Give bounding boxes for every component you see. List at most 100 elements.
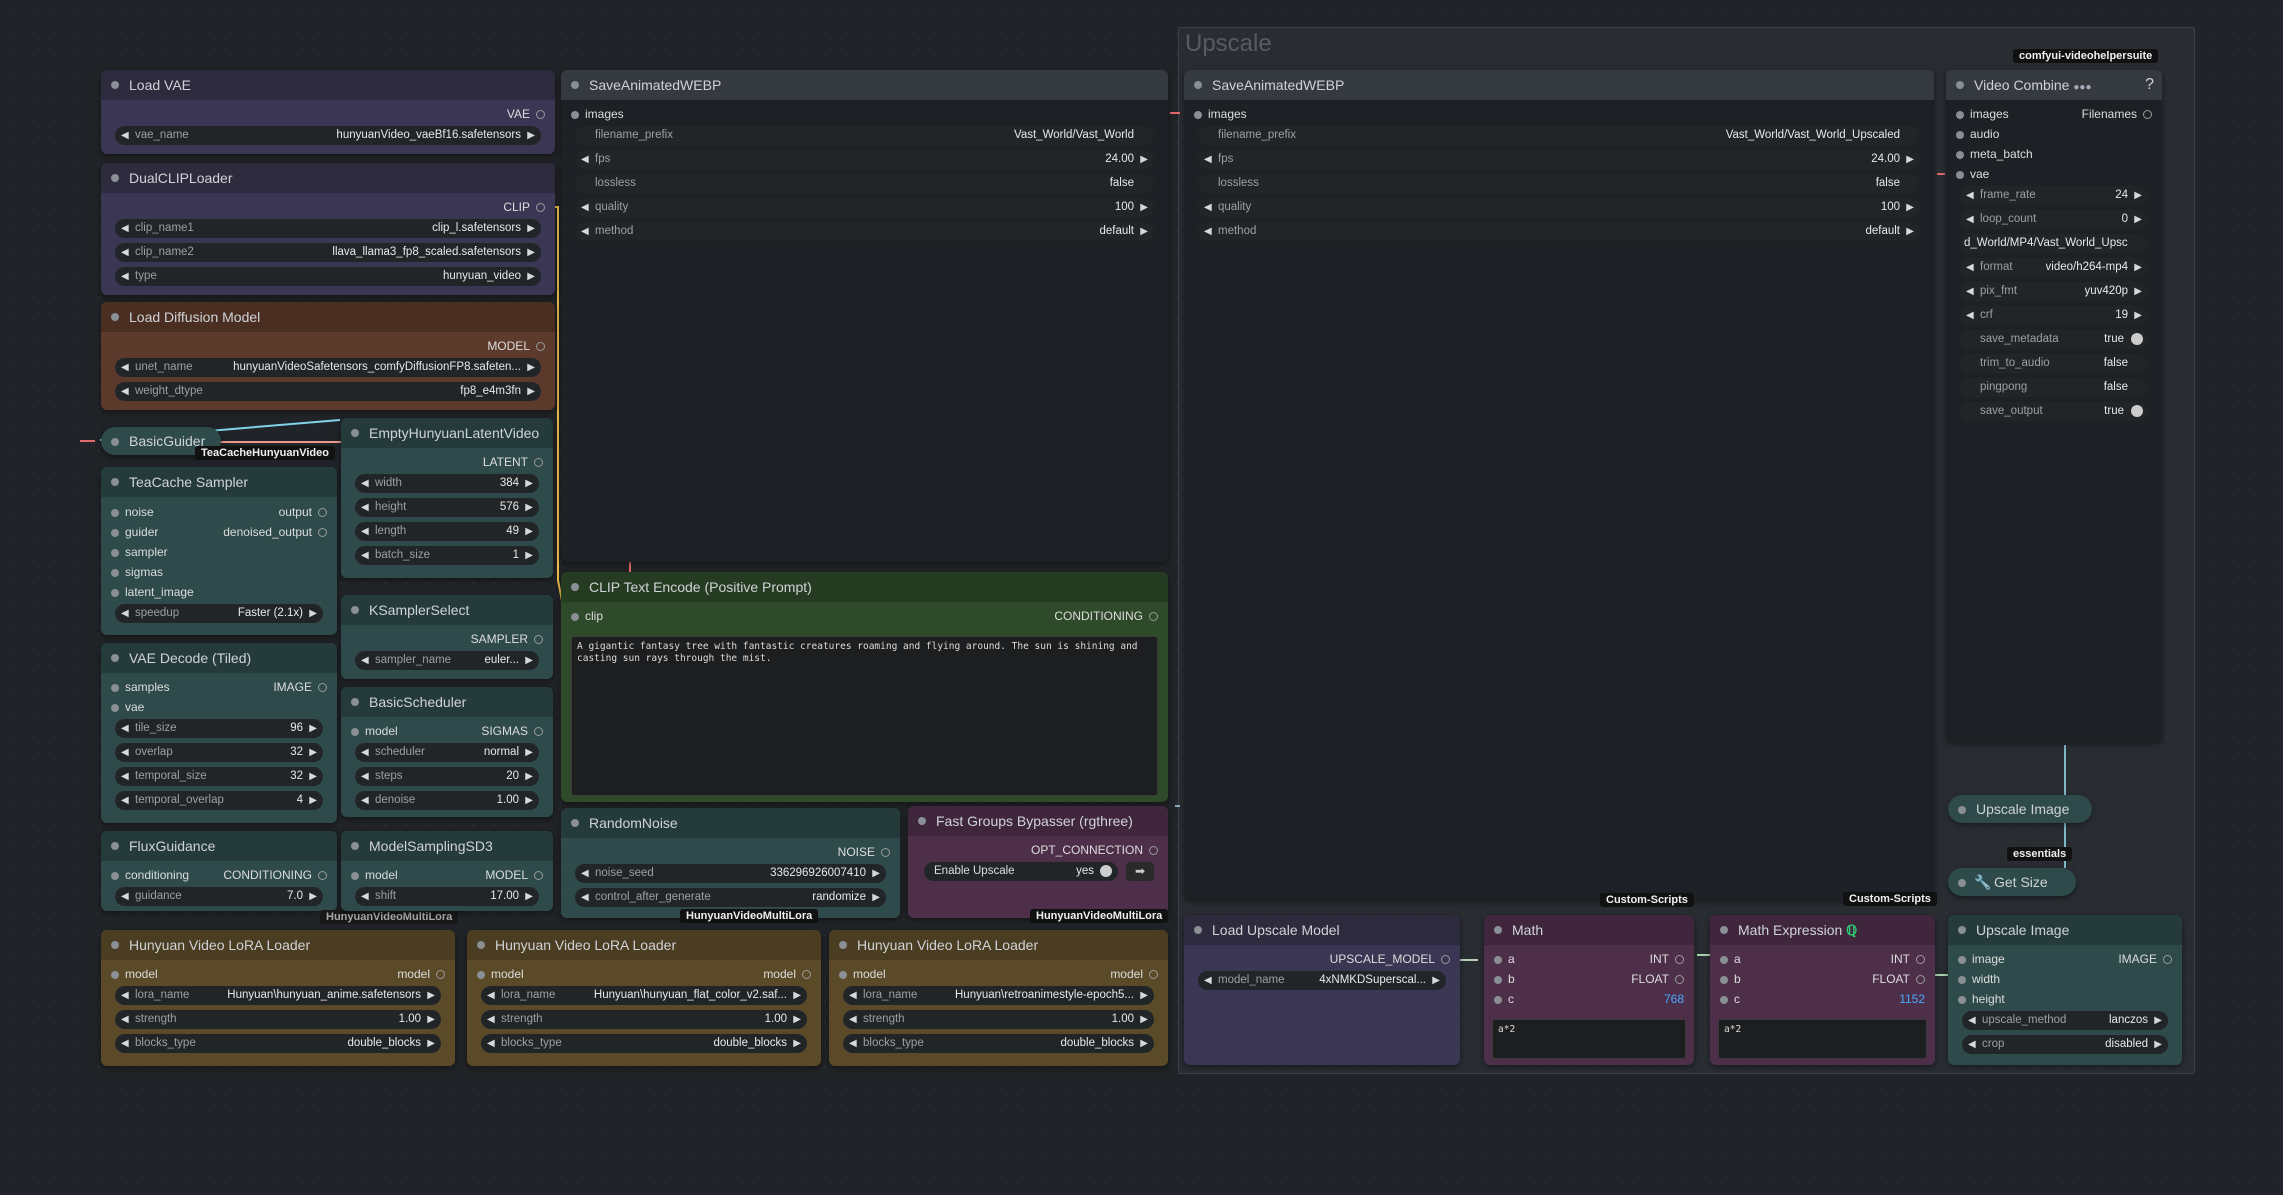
node-basic-scheduler[interactable]: BasicScheduler model SIGMAS ◀ scheduler nor…: [341, 687, 553, 817]
blocks-type-combo[interactable]: ◀ blocks_type double_blocks ▶: [481, 1034, 807, 1053]
node-title[interactable]: Math Expression ℚ: [1710, 915, 1935, 945]
width-number[interactable]: ◀ width 384 ▶: [355, 474, 539, 493]
lora-name-combo[interactable]: ◀ lora_name Hunyuan\hunyuan_flat_color_v2.…: [481, 986, 807, 1005]
fps-number[interactable]: ◀ fps 24.00 ▶: [1198, 150, 1920, 169]
noise-input-slot[interactable]: noise: [111, 502, 154, 522]
node-title[interactable]: Video Combine ●●●?: [1946, 70, 2162, 100]
loop-count-number[interactable]: ◀ loop_count 0 ▶: [1960, 210, 2148, 229]
filename-prefix-text[interactable]: filename_prefix Vast_World/Vast_World_Ups…: [1198, 126, 1920, 145]
node-dual-clip-loader[interactable]: DualCLIPLoader CLIP ◀ clip_name1 clip_l.sa…: [101, 163, 555, 295]
node-title[interactable]: DualCLIPLoader: [101, 163, 555, 193]
image-output-slot[interactable]: IMAGE: [2118, 949, 2172, 969]
node-title[interactable]: Hunyuan Video LoRA Loader: [101, 930, 455, 960]
lora-name-combo[interactable]: ◀ lora_name Hunyuan\hunyuan_anime.safetens…: [115, 986, 441, 1005]
node-title[interactable]: EmptyHunyuanLatentVideo: [341, 418, 553, 448]
sampler-output-slot[interactable]: SAMPLER: [471, 629, 543, 649]
node-teacache-sampler[interactable]: TeaCache Sampler noise output guider denoi…: [101, 467, 337, 635]
model-name-combo[interactable]: ◀ model_name 4xNMKDSuperscal... ▶: [1198, 971, 1446, 990]
node-load-upscale-model[interactable]: Load Upscale Model UPSCALE_MODEL ◀ model_…: [1184, 915, 1460, 1065]
node-math[interactable]: Math a INT b FLOAT c 768 a*2: [1484, 915, 1694, 1065]
overlap-number[interactable]: ◀ overlap 32 ▶: [115, 743, 323, 762]
expression-textarea[interactable]: a*2: [1718, 1019, 1927, 1059]
images-input-slot[interactable]: images: [1956, 104, 2009, 124]
node-math-expression[interactable]: Math Expression ℚ a INT b FLOAT c 1152 a*2: [1710, 915, 1935, 1065]
lossless-toggle[interactable]: lossless false: [575, 174, 1154, 193]
c-input-slot[interactable]: c: [1720, 989, 1740, 1009]
sampler-name-combo[interactable]: ◀ sampler_name euler... ▶: [355, 651, 539, 670]
format-combo[interactable]: ◀ format video/h264-mp4 ▶: [1960, 258, 2148, 277]
length-number[interactable]: ◀ length 49 ▶: [355, 522, 539, 541]
model-input-slot[interactable]: model: [477, 964, 524, 984]
node-lora-loader-3[interactable]: Hunyuan Video LoRA Loader model model ◀ lo…: [829, 930, 1168, 1066]
navigate-arrow-icon[interactable]: ➡: [1126, 862, 1154, 881]
vae-input-slot[interactable]: vae: [111, 697, 144, 717]
type-combo[interactable]: ◀ type hunyuan_video ▶: [115, 267, 541, 286]
c-input-slot[interactable]: c: [1494, 989, 1514, 1009]
latent-image-input-slot[interactable]: latent_image: [111, 582, 194, 602]
model-input-slot[interactable]: model: [351, 865, 398, 885]
guidance-number[interactable]: ◀ guidance 7.0 ▶: [115, 887, 323, 906]
node-fast-groups-bypasser[interactable]: Fast Groups Bypasser (rgthree) OPT_CONNE…: [908, 806, 1168, 918]
node-title[interactable]: Upscale Image: [1948, 795, 2092, 823]
node-title[interactable]: SaveAnimatedWEBP: [1184, 70, 1934, 100]
strength-number[interactable]: ◀ strength 1.00 ▶: [115, 1010, 441, 1029]
node-get-size[interactable]: 🔧 Get Size: [1948, 868, 2076, 896]
clip-output-slot[interactable]: CLIP: [503, 197, 545, 217]
node-title[interactable]: 🔧 Get Size: [1948, 868, 2076, 896]
clip-name1-combo[interactable]: ◀ clip_name1 clip_l.safetensors ▶: [115, 219, 541, 238]
crop-combo[interactable]: ◀ crop disabled ▶: [1962, 1035, 2168, 1054]
temporal-size-number[interactable]: ◀ temporal_size 32 ▶: [115, 767, 323, 786]
sigmas-input-slot[interactable]: sigmas: [111, 562, 163, 582]
node-title[interactable]: VAE Decode (Tiled): [101, 643, 337, 673]
crf-number[interactable]: ◀ crf 19 ▶: [1960, 306, 2148, 325]
model-output-slot[interactable]: MODEL: [485, 865, 543, 885]
height-number[interactable]: ◀ height 576 ▶: [355, 498, 539, 517]
node-load-diffusion-model[interactable]: Load Diffusion Model MODEL ◀ unet_name hun…: [101, 302, 555, 410]
quality-number[interactable]: ◀ quality 100 ▶: [1198, 198, 1920, 217]
frame-rate-number[interactable]: ◀ frame_rate 24 ▶: [1960, 186, 2148, 205]
node-title[interactable]: Hunyuan Video LoRA Loader: [467, 930, 821, 960]
node-ksampler-select[interactable]: KSamplerSelect SAMPLER ◀ sampler_name eule…: [341, 595, 553, 679]
tile-size-number[interactable]: ◀ tile_size 96 ▶: [115, 719, 323, 738]
node-lora-loader-2[interactable]: Hunyuan Video LoRA Loader model model ◀ lo…: [467, 930, 821, 1066]
save-output-toggle[interactable]: save_output true: [1960, 402, 2148, 421]
samples-input-slot[interactable]: samples: [111, 677, 170, 697]
node-upscale-image[interactable]: Upscale Image image IMAGE width height ◀ u…: [1948, 915, 2182, 1065]
node-title[interactable]: Fast Groups Bypasser (rgthree): [908, 806, 1168, 836]
model-input-slot[interactable]: model: [839, 964, 886, 984]
model-output-slot[interactable]: MODEL: [487, 336, 545, 356]
enable-upscale-toggle[interactable]: Enable Upscale yes: [924, 862, 1118, 881]
a-input-slot[interactable]: a: [1720, 949, 1741, 969]
clip-input-slot[interactable]: clip: [571, 606, 603, 626]
image-output-slot[interactable]: IMAGE: [273, 677, 327, 697]
model-output-slot[interactable]: model: [763, 964, 811, 984]
image-input-slot[interactable]: image: [1958, 949, 2005, 969]
b-input-slot[interactable]: b: [1494, 969, 1515, 989]
meta-batch-input-slot[interactable]: meta_batch: [1956, 144, 2033, 164]
node-title[interactable]: TeaCache Sampler: [101, 467, 337, 497]
model-input-slot[interactable]: model: [111, 964, 158, 984]
node-title[interactable]: SaveAnimatedWEBP: [561, 70, 1168, 100]
node-save-animated-webp-upscaled[interactable]: SaveAnimatedWEBP images filename_prefix V…: [1184, 70, 1934, 900]
conditioning-input-slot[interactable]: conditioning: [111, 865, 189, 885]
lossless-toggle[interactable]: lossless false: [1198, 174, 1920, 193]
node-title[interactable]: CLIP Text Encode (Positive Prompt): [561, 572, 1168, 602]
node-load-vae[interactable]: Load VAE VAE ◀ vae_name hunyuanVideo_vaeBf…: [101, 70, 555, 154]
scheduler-combo[interactable]: ◀ scheduler normal ▶: [355, 743, 539, 762]
float-output-slot[interactable]: FLOAT: [1872, 969, 1925, 989]
speedup-combo[interactable]: ◀ speedup Faster (2.1x) ▶: [115, 604, 323, 623]
trim-to-audio-toggle[interactable]: trim_to_audio false: [1960, 354, 2148, 373]
node-title[interactable]: KSamplerSelect: [341, 595, 553, 625]
node-title[interactable]: Upscale Image: [1948, 915, 2182, 945]
sampler-input-slot[interactable]: sampler: [111, 542, 168, 562]
node-clip-text-encode[interactable]: CLIP Text Encode (Positive Prompt) clip C…: [561, 572, 1168, 802]
model-input-slot[interactable]: model: [351, 721, 398, 741]
guider-input-slot[interactable]: guider: [111, 522, 158, 542]
node-flux-guidance[interactable]: FluxGuidance conditioning CONDITIONING ◀ g…: [101, 831, 337, 911]
pix-fmt-combo[interactable]: ◀ pix_fmt yuv420p ▶: [1960, 282, 2148, 301]
model-output-slot[interactable]: model: [397, 964, 445, 984]
float-output-slot[interactable]: FLOAT: [1631, 969, 1684, 989]
lora-name-combo[interactable]: ◀ lora_name Hunyuan\retroanimestyle-epoch5…: [843, 986, 1154, 1005]
strength-number[interactable]: ◀ strength 1.00 ▶: [843, 1010, 1154, 1029]
method-combo[interactable]: ◀ method default ▶: [1198, 222, 1920, 241]
